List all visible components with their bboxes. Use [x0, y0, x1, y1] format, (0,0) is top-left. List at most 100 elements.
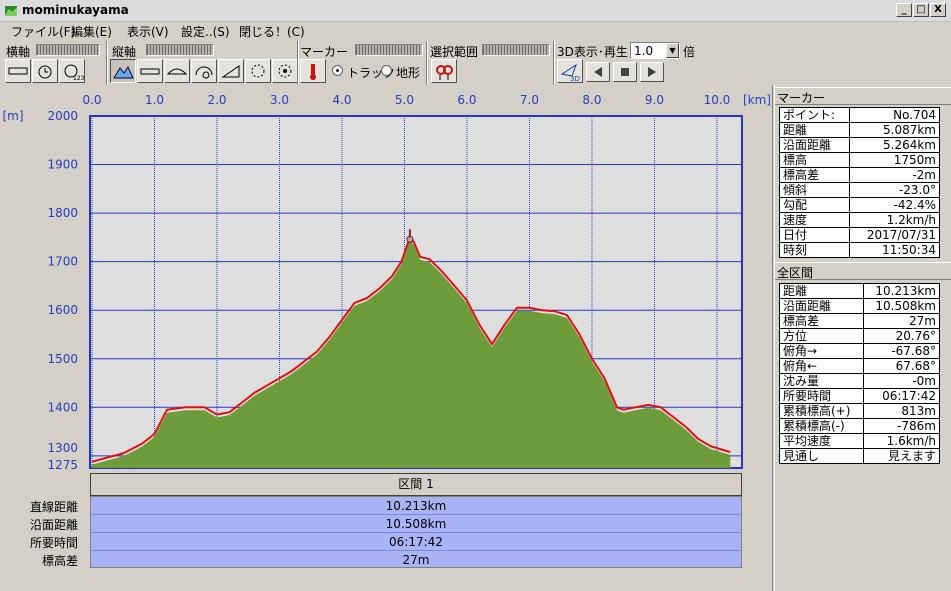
ruler-button[interactable]: [5, 59, 31, 83]
y-tick-label: 2000: [47, 109, 78, 123]
total-key: 沈み量: [779, 373, 864, 389]
marker-value: 1750m: [848, 152, 941, 168]
marker-button[interactable]: [300, 59, 326, 83]
stat-value-duration: 06:17:42: [91, 533, 741, 551]
elevation-chart[interactable]: 0.0 1.0 2.0 3.0 4.0 5.0 6.0 7.0 8.0 9.0 10.0 [km] [m…: [0, 87, 772, 471]
flat-icon: [140, 68, 160, 75]
segment-header[interactable]: 区間 1: [90, 473, 742, 496]
horizontal-axis-slider[interactable]: [36, 44, 100, 56]
stop-button[interactable]: [613, 62, 637, 82]
arc-icon: [166, 68, 188, 75]
elevation-view-button[interactable]: [110, 59, 136, 83]
marker-key: 時刻: [779, 242, 850, 258]
3d-view-button[interactable]: 3D: [557, 59, 583, 83]
y-tick-label: 1400: [47, 400, 78, 414]
speed-unit-label: 倍: [683, 45, 696, 59]
x-tick-label: 8.0: [582, 93, 601, 107]
speed-view-button[interactable]: [191, 59, 217, 83]
zoom-fit-alt-button[interactable]: [272, 59, 298, 83]
total-key: 俯角←: [779, 358, 864, 374]
total-key: 累積標高(-): [779, 418, 864, 434]
dotted-circle-icon: [251, 64, 265, 78]
play-button[interactable]: [640, 62, 664, 82]
total-info-table: 距離 10.213km 沿面距離 10.508km 標高差 27m 方位 20.76° 俯角→ -…: [779, 283, 941, 464]
stat-label-elevation-diff: 標高差: [41, 554, 78, 568]
total-key: 平均速度: [779, 433, 864, 449]
y-tick-label: 1700: [47, 255, 78, 269]
flat-view-button[interactable]: [137, 59, 163, 83]
total-value: 見えます: [862, 448, 941, 464]
marker-value: 2017/07/31: [848, 227, 941, 243]
y-tick-label: 1275: [47, 458, 78, 471]
stat-value-surface-distance: 10.508km: [91, 515, 741, 533]
total-key: 方位: [779, 328, 864, 344]
ruler-icon: [8, 67, 28, 75]
marker-row: 時刻 11:50:34: [779, 242, 941, 258]
select-range-button[interactable]: [431, 59, 457, 83]
marker-value: -23.0°: [848, 182, 941, 198]
marker-key: 標高: [779, 152, 850, 168]
menu-edit[interactable]: 編集(E): [68, 23, 115, 40]
3d-plane-icon: 3D: [560, 63, 580, 83]
marker-key: 標高差: [779, 167, 850, 183]
marker-key: 速度: [779, 212, 850, 228]
total-key: 俯角→: [779, 343, 864, 359]
total-row: 沿面距離 10.508km: [779, 298, 941, 314]
marker-value: -42.4%: [848, 197, 941, 213]
total-value: 1.6km/h: [862, 433, 941, 449]
stopwatch-icon: 123: [64, 64, 85, 82]
total-key: 累積標高(+): [779, 403, 864, 419]
slope-view-button[interactable]: [218, 59, 244, 83]
toolbar: 横軸 123 縦軸 マーカー トラック 地形 選択範囲 3D表示･再生 1.0 …: [0, 41, 951, 85]
total-value: 27m: [862, 313, 941, 329]
marker-slider[interactable]: [355, 44, 423, 56]
total-row: 方位 20.76°: [779, 328, 941, 344]
marker-row: 距離 5.087km: [779, 122, 941, 138]
dotted-circle-icon: [278, 64, 292, 78]
total-value: -0m: [862, 373, 941, 389]
maximize-button[interactable]: □: [913, 3, 929, 17]
track-radio[interactable]: [332, 65, 343, 76]
menu-settings[interactable]: 設定..(S): [178, 23, 233, 40]
y-tick-label: 1500: [47, 352, 78, 366]
marker-icon[interactable]: [406, 235, 414, 243]
x-tick-label: 9.0: [645, 93, 664, 107]
total-key: 沿面距離: [779, 298, 864, 314]
total-value: 67.68°: [862, 358, 941, 374]
play-reverse-button[interactable]: [586, 62, 610, 82]
close-button[interactable]: X: [930, 3, 946, 17]
total-row: 標高差 27m: [779, 313, 941, 329]
marker-value: -2m: [848, 167, 941, 183]
total-key: 所要時間: [779, 388, 864, 404]
selection-range-label: 選択範囲: [430, 45, 479, 59]
total-row: 俯角← 67.68°: [779, 358, 941, 374]
total-row: 俯角→ -67.68°: [779, 343, 941, 359]
svg-text:3D: 3D: [570, 75, 580, 82]
y-tick-label: 1300: [47, 441, 78, 455]
total-row: 累積標高(+) 813m: [779, 403, 941, 419]
speed-select[interactable]: 1.0 ▼: [630, 42, 680, 59]
minimize-button[interactable]: _: [896, 3, 912, 17]
total-row: 距離 10.213km: [779, 283, 941, 299]
selection-range-slider[interactable]: [482, 44, 550, 56]
x-tick-label: 7.0: [520, 93, 539, 107]
menu-view[interactable]: 表示(V): [124, 23, 172, 40]
terrain-radio[interactable]: [381, 65, 392, 76]
marker-key: ポイント:: [779, 107, 850, 123]
chevron-down-icon[interactable]: ▼: [666, 43, 679, 58]
marker-key: 距離: [779, 122, 850, 138]
total-value: 20.76°: [862, 328, 941, 344]
radio-dot: [336, 69, 339, 72]
y-tick-label: 1900: [47, 158, 78, 172]
y-tick-label: 1800: [47, 206, 78, 220]
time-button[interactable]: [32, 59, 58, 83]
marker-row: 標高差 -2m: [779, 167, 941, 183]
point-number-button[interactable]: 123: [59, 59, 85, 83]
vertical-axis-slider[interactable]: [146, 44, 214, 56]
mountain-icon: [113, 65, 134, 79]
total-row: 見通し 見えます: [779, 448, 941, 464]
zoom-fit-button[interactable]: [245, 59, 271, 83]
menu-close[interactable]: 閉じる！(C): [236, 23, 308, 40]
arc-view-button[interactable]: [164, 59, 190, 83]
marker-row: 沿面距離 5.264km: [779, 137, 941, 153]
